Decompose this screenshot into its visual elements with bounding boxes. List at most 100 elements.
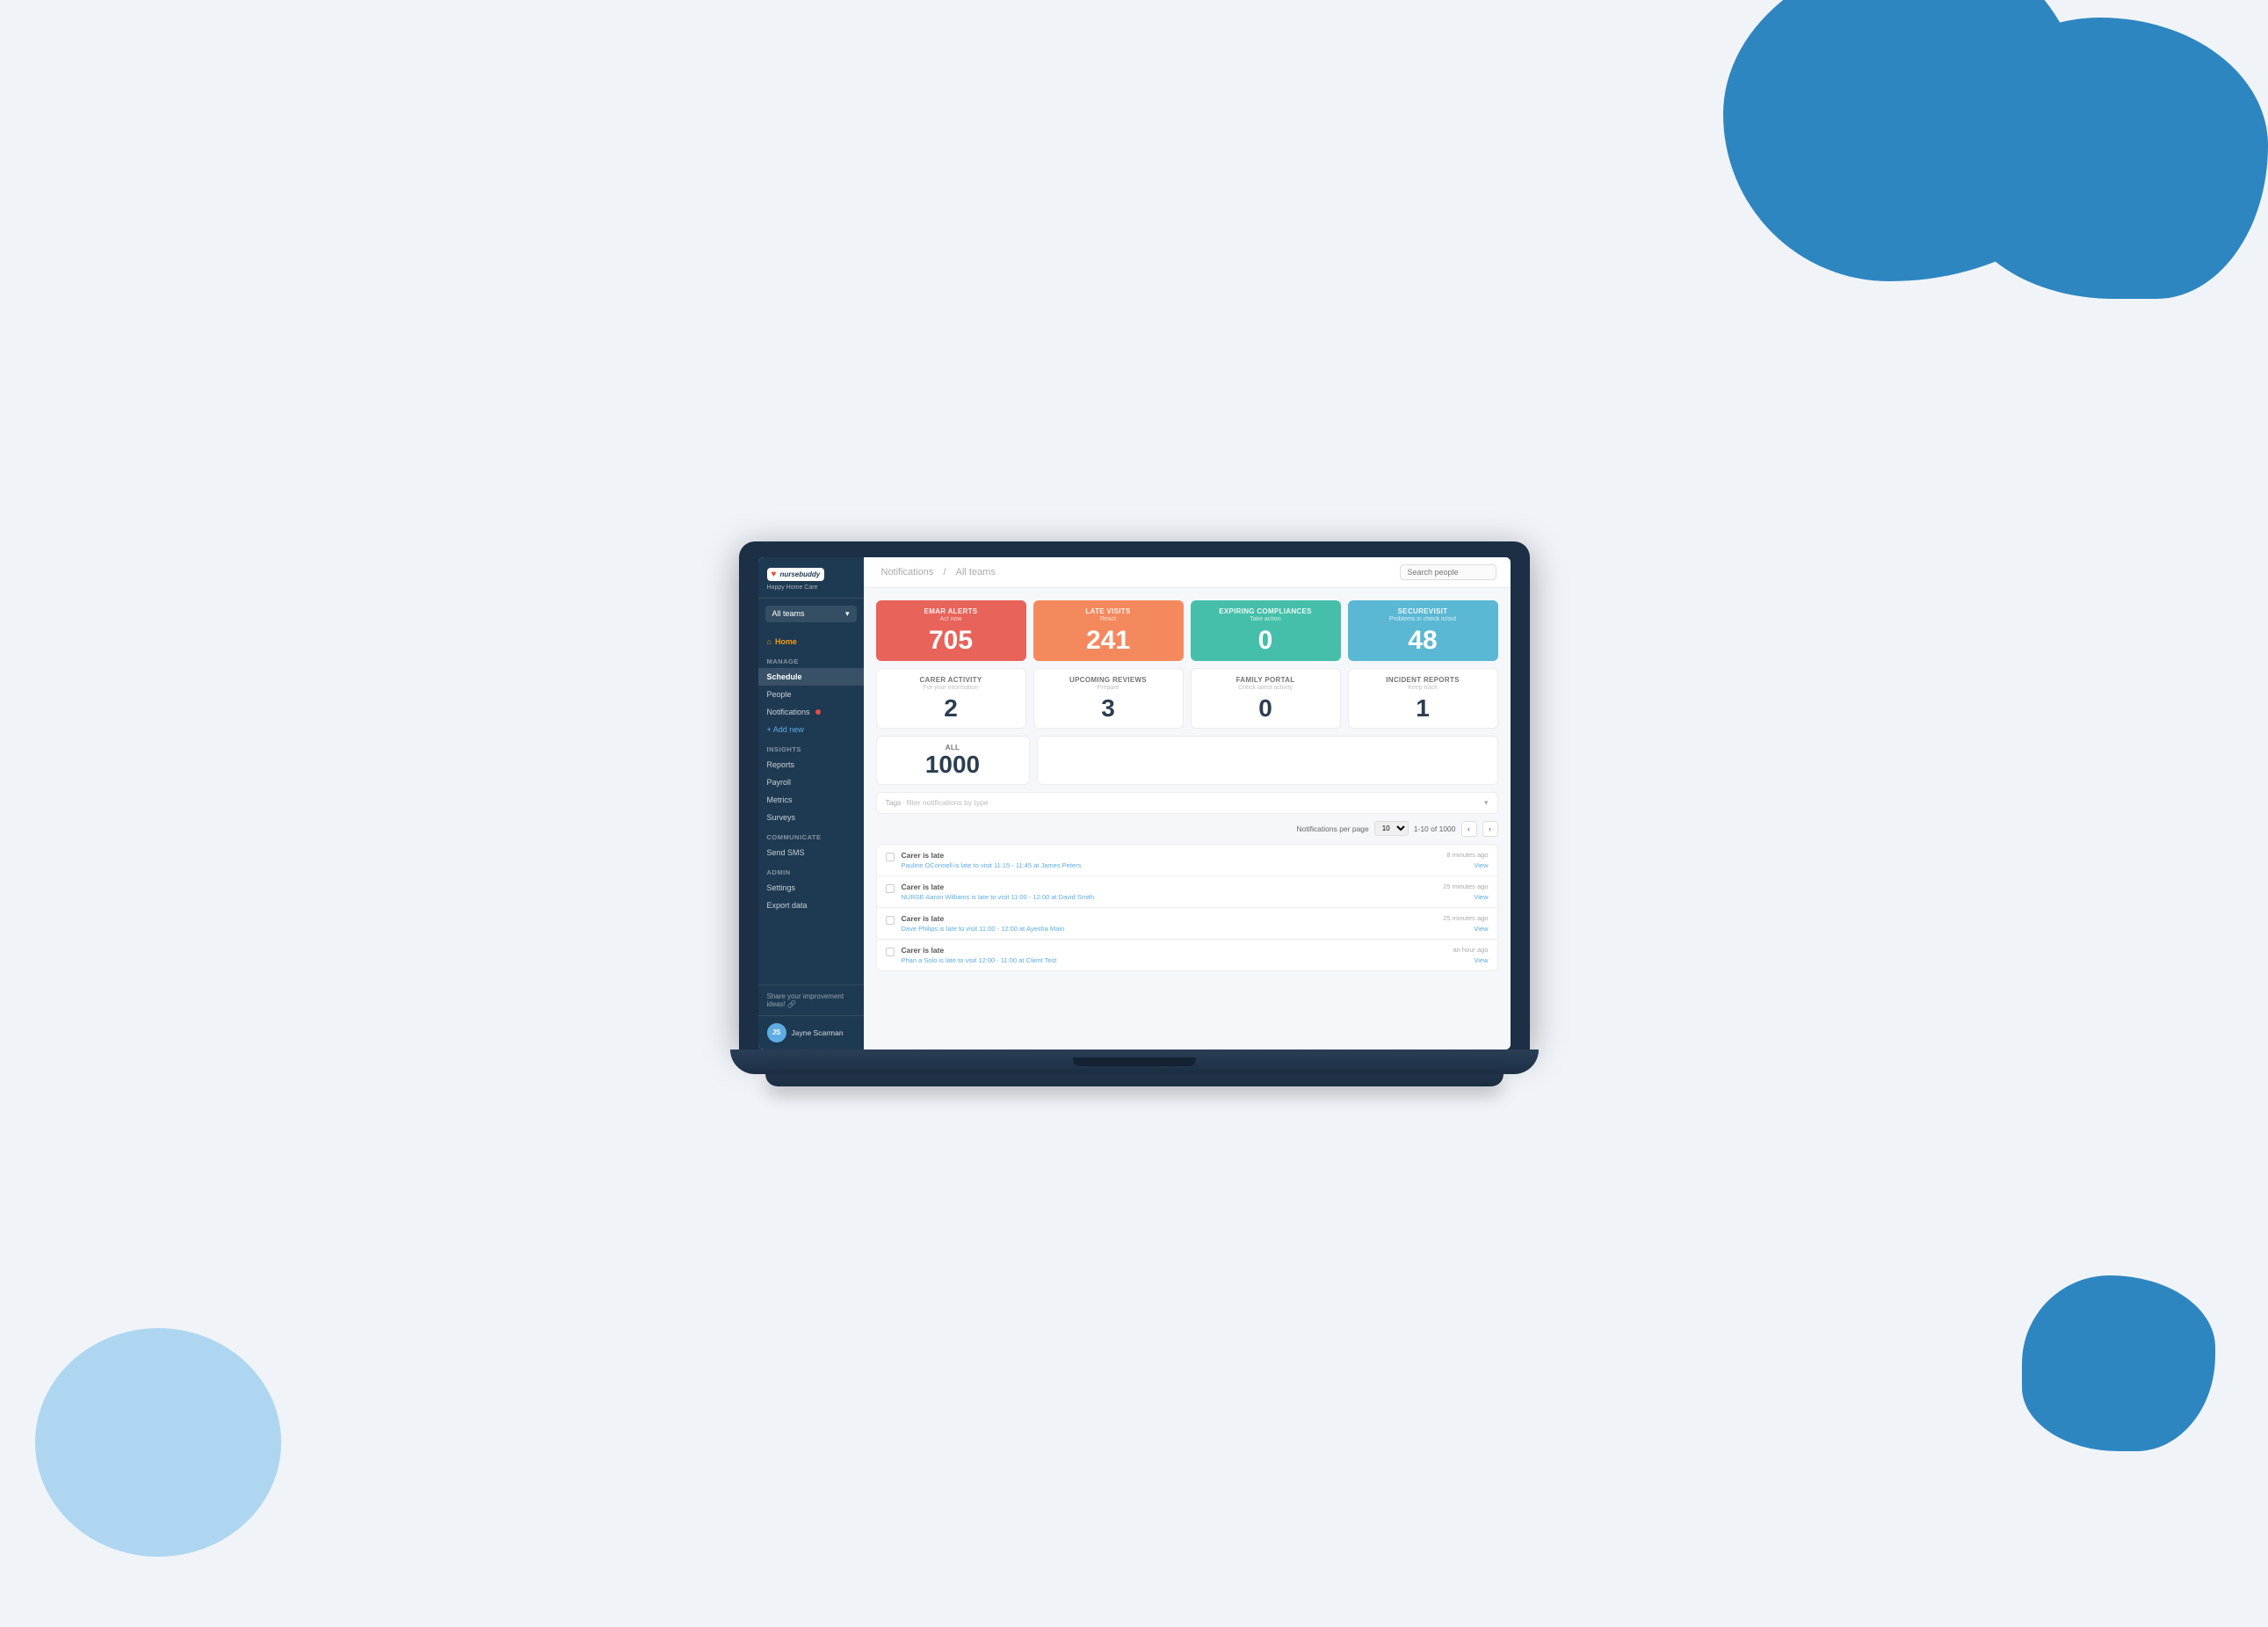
sidebar-item-schedule[interactable]: Schedule [758, 668, 864, 686]
sidebar-item-home[interactable]: ⌂ Home [758, 633, 864, 650]
notif-view-2[interactable]: View [1474, 893, 1488, 901]
screen-bezel: ♥ nursebuddy Happy Home Care All teams ▾… [739, 541, 1530, 1050]
notif-detail-row-2: NURSE Aaron Williams is late to visit 11… [902, 893, 1489, 901]
sidebar-nav: ⌂ Home Manage Schedule People Notificati… [758, 629, 864, 984]
sidebar-section-manage: Manage [758, 650, 864, 668]
sidebar-section-insights: Insights [758, 738, 864, 756]
laptop-hinge [1073, 1057, 1196, 1066]
row-checkbox-3[interactable] [886, 916, 895, 925]
tags-arrow-icon: ▾ [1484, 798, 1489, 808]
notification-list: Carer is late 8 minutes ago Pauline OCon… [876, 844, 1498, 971]
team-selector[interactable]: All teams ▾ [765, 606, 857, 622]
sidebar-item-settings[interactable]: Settings [758, 879, 864, 897]
notif-type-4: Carer is late [902, 946, 945, 955]
sidebar-section-communicate: Communicate [758, 826, 864, 844]
tags-section: Tags filter notifications by type ▾ [876, 792, 1498, 814]
logo-badge: ♥ nursebuddy [767, 568, 825, 581]
table-row: Carer is late 25 minutes ago Dave Philip… [876, 907, 1498, 939]
tags-label: Tags [886, 798, 902, 807]
stats-row-2: Carer activity For your information 2 Up… [876, 668, 1498, 729]
notif-view-3[interactable]: View [1474, 925, 1488, 933]
notif-time-4: an hour ago [1453, 946, 1488, 955]
notif-content-4: Carer is late an hour ago Phan a Solo is… [902, 946, 1489, 964]
table-row: Carer is late 25 minutes ago NURSE Aaron… [876, 875, 1498, 907]
tags-input[interactable]: filter notifications by type [906, 798, 1479, 807]
notif-detail-2[interactable]: NURSE Aaron Williams is late to visit 11… [902, 893, 1095, 901]
home-icon: ⌂ [767, 637, 772, 646]
notif-time-1: 8 minutes ago [1446, 851, 1488, 860]
breadcrumb-section: Notifications [881, 567, 934, 577]
stat-card-expiring-compliances[interactable]: Expiring compliances Take action 0 [1191, 600, 1341, 661]
stat-card-upcoming-reviews[interactable]: Upcoming reviews Prepare 3 [1033, 668, 1184, 729]
sidebar-item-metrics[interactable]: Metrics [758, 791, 864, 809]
breadcrumb: Notifications / All teams [878, 567, 999, 577]
main-content: Notifications / All teams eMAR alerts Ac… [864, 557, 1511, 1050]
notif-time-3: 25 minutes ago [1443, 914, 1488, 923]
team-selector-arrow: ▾ [845, 609, 850, 619]
table-row: Carer is late an hour ago Phan a Solo is… [876, 939, 1498, 971]
notif-detail-1[interactable]: Pauline OConnell is late to visit 11:15 … [902, 861, 1082, 869]
laptop: ♥ nursebuddy Happy Home Care All teams ▾… [739, 541, 1530, 1086]
notif-content-3: Carer is late 25 minutes ago Dave Philip… [902, 914, 1489, 933]
sidebar-item-notifications[interactable]: Notifications [758, 703, 864, 721]
stat-card-incident-reports[interactable]: Incident reports Keep track 1 [1348, 668, 1498, 729]
breadcrumb-separator: / [943, 567, 946, 577]
pagination-bar: Notifications per page 10 25 50 1-10 of … [876, 821, 1498, 837]
notif-content-1: Carer is late 8 minutes ago Pauline OCon… [902, 851, 1489, 869]
bg-decoration-2 [1960, 18, 2268, 299]
sidebar-item-export-data[interactable]: Export data [758, 897, 864, 914]
sidebar-logo: ♥ nursebuddy Happy Home Care [758, 557, 864, 599]
laptop-base [730, 1050, 1539, 1074]
row-checkbox-4[interactable] [886, 948, 895, 956]
content-area: eMAR alerts Act now 705 Late visits Reac… [864, 588, 1511, 1050]
page-range: 1-10 of 1000 [1414, 824, 1456, 833]
laptop-bottom [765, 1074, 1504, 1086]
search-input[interactable] [1400, 564, 1496, 580]
notif-content-2: Carer is late 25 minutes ago NURSE Aaron… [902, 883, 1489, 901]
prev-page-button[interactable]: ‹ [1461, 821, 1477, 837]
screen: ♥ nursebuddy Happy Home Care All teams ▾… [758, 557, 1511, 1050]
notif-header-4: Carer is late an hour ago [902, 946, 1489, 955]
stat-card-secure-visit[interactable]: SecureVisit Problems in check in/out 48 [1348, 600, 1498, 661]
stat-card-emar-alerts[interactable]: eMAR alerts Act now 705 [876, 600, 1026, 661]
row-checkbox-1[interactable] [886, 853, 895, 861]
spacer-card [1037, 736, 1498, 785]
logo-text: nursebuddy [779, 570, 820, 578]
stat-card-all[interactable]: All 1000 [876, 736, 1030, 785]
sidebar-item-add-new[interactable]: + Add new [758, 721, 864, 738]
sidebar-item-surveys[interactable]: Surveys [758, 809, 864, 826]
stats-row-3: All 1000 [876, 736, 1498, 785]
notif-detail-row-1: Pauline OConnell is late to visit 11:15 … [902, 861, 1489, 869]
notification-dot [815, 709, 821, 715]
next-page-button[interactable]: › [1482, 821, 1498, 837]
notif-time-2: 25 minutes ago [1443, 883, 1488, 891]
logo-icon: ♥ [772, 570, 777, 579]
row-checkbox-2[interactable] [886, 884, 895, 893]
notif-detail-row-3: Dave Philips is late to visit 11:00 - 12… [902, 925, 1489, 933]
sidebar-item-payroll[interactable]: Payroll [758, 774, 864, 791]
notif-detail-3[interactable]: Dave Philips is late to visit 11:00 - 12… [902, 925, 1065, 933]
bg-decoration-4 [2022, 1275, 2215, 1451]
per-page-select[interactable]: 10 25 50 [1374, 821, 1409, 836]
user-avatar: JS [767, 1023, 786, 1042]
team-selector-label: All teams [772, 609, 805, 618]
stat-card-late-visits[interactable]: Late visits React 241 [1033, 600, 1184, 661]
notif-type-1: Carer is late [902, 851, 945, 860]
sidebar-item-send-sms[interactable]: Send SMS [758, 844, 864, 861]
stat-card-carer-activity[interactable]: Carer activity For your information 2 [876, 668, 1026, 729]
sidebar: ♥ nursebuddy Happy Home Care All teams ▾… [758, 557, 864, 1050]
notif-header-2: Carer is late 25 minutes ago [902, 883, 1489, 891]
notif-view-1[interactable]: View [1474, 861, 1488, 869]
notif-header-3: Carer is late 25 minutes ago [902, 914, 1489, 923]
sidebar-section-admin: Admin [758, 861, 864, 879]
notif-detail-row-4: Phan a Solo is late to visit 12:00 - 11:… [902, 956, 1489, 964]
topbar: Notifications / All teams [864, 557, 1511, 588]
notif-detail-4[interactable]: Phan a Solo is late to visit 12:00 - 11:… [902, 956, 1057, 964]
sidebar-item-reports[interactable]: Reports [758, 756, 864, 774]
sidebar-item-people[interactable]: People [758, 686, 864, 703]
stat-card-family-portal[interactable]: Family portal Check latest activity 0 [1191, 668, 1341, 729]
notif-view-4[interactable]: View [1474, 956, 1488, 964]
notif-type-3: Carer is late [902, 914, 945, 923]
breadcrumb-sub: All teams [956, 567, 996, 577]
sidebar-share[interactable]: Share your improvement ideas! 🔗 [758, 984, 864, 1015]
